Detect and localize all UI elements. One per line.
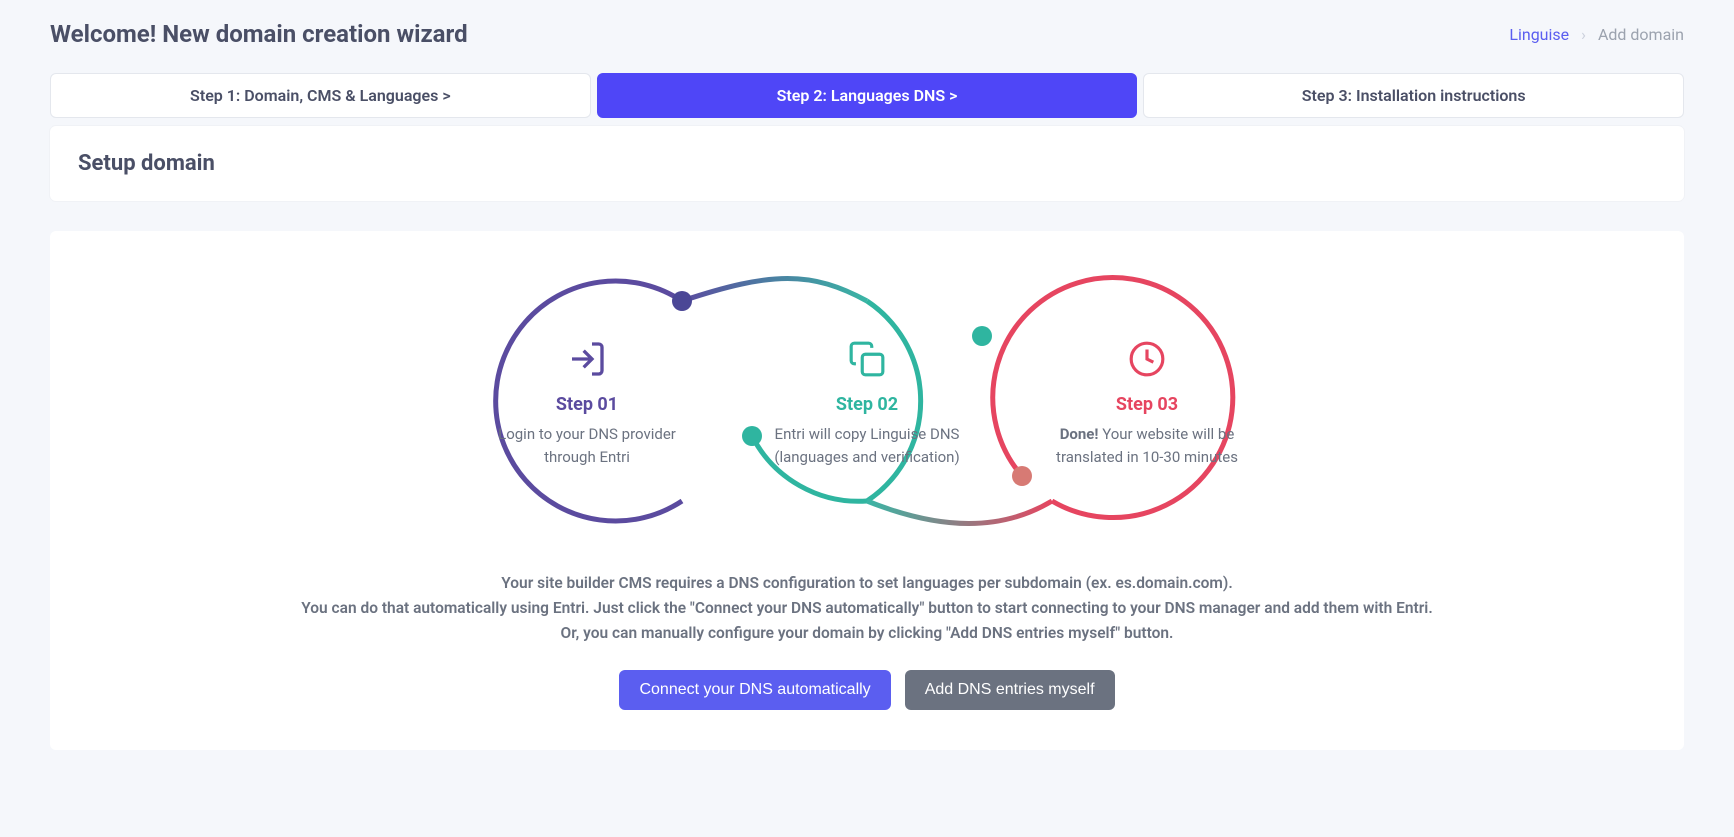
instructions-line-3: Or, you can manually configure your doma… bbox=[242, 621, 1492, 646]
page-title: Welcome! New domain creation wizard bbox=[50, 20, 468, 48]
diagram-step-1: Step 01 Login to your DNS provider throu… bbox=[467, 334, 707, 468]
page-header: Welcome! New domain creation wizard Ling… bbox=[50, 20, 1684, 48]
instructions-line-1: Your site builder CMS requires a DNS con… bbox=[242, 571, 1492, 596]
breadcrumb-link-linguise[interactable]: Linguise bbox=[1509, 25, 1569, 44]
diagram-step-1-desc: Login to your DNS provider through Entri bbox=[487, 423, 687, 468]
instructions-line-2: You can do that automatically using Entr… bbox=[242, 596, 1492, 621]
step-tab-2[interactable]: Step 2: Languages DNS > bbox=[597, 73, 1138, 118]
step-tab-1[interactable]: Step 1: Domain, CMS & Languages > bbox=[50, 73, 591, 118]
diagram-step-1-label: Step 01 bbox=[556, 394, 618, 415]
connect-dns-button[interactable]: Connect your DNS automatically bbox=[619, 670, 890, 710]
setup-domain-panel: Setup domain bbox=[50, 126, 1684, 201]
copy-icon bbox=[848, 334, 886, 384]
steps-diagram: Step 01 Login to your DNS provider throu… bbox=[80, 261, 1654, 541]
clock-icon bbox=[1128, 334, 1166, 384]
add-dns-manual-button[interactable]: Add DNS entries myself bbox=[905, 670, 1115, 710]
instructions-text: Your site builder CMS requires a DNS con… bbox=[242, 571, 1492, 645]
diagram-step-3-desc-bold: Done! bbox=[1060, 425, 1099, 443]
diagram-step-2: Step 02 Entri will copy Linguise DNS (la… bbox=[747, 334, 987, 468]
setup-heading: Setup domain bbox=[78, 151, 1656, 176]
breadcrumb: Linguise › Add domain bbox=[1509, 25, 1684, 44]
breadcrumb-current: Add domain bbox=[1598, 25, 1684, 44]
dns-setup-card: Step 01 Login to your DNS provider throu… bbox=[50, 231, 1684, 750]
chevron-right-icon: › bbox=[1581, 25, 1586, 44]
wizard-steps: Step 1: Domain, CMS & Languages > Step 2… bbox=[50, 73, 1684, 118]
diagram-step-2-desc: Entri will copy Linguise DNS (languages … bbox=[767, 423, 967, 468]
step-tab-3[interactable]: Step 3: Installation instructions bbox=[1143, 73, 1684, 118]
diagram-step-3-desc: Done! Your website will be translated in… bbox=[1047, 423, 1247, 468]
action-buttons: Connect your DNS automatically Add DNS e… bbox=[80, 670, 1654, 710]
diagram-step-2-label: Step 02 bbox=[836, 394, 898, 415]
diagram-step-3: Step 03 Done! Your website will be trans… bbox=[1027, 334, 1267, 468]
login-icon bbox=[567, 334, 607, 384]
diagram-step-3-label: Step 03 bbox=[1116, 394, 1178, 415]
